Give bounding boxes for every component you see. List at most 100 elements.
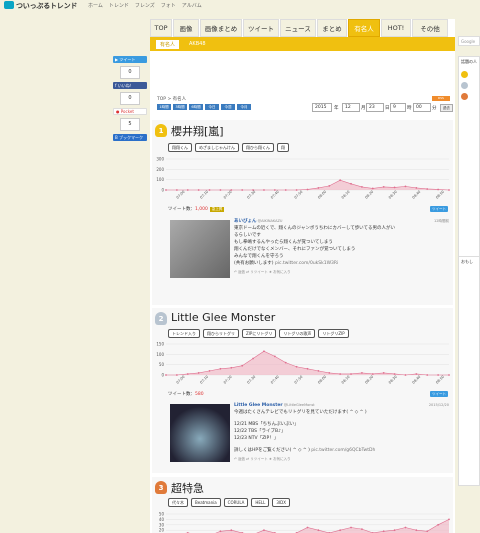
sidebar-box-2: おもし [458,256,480,486]
data-point [339,529,342,532]
tab-tweets[interactable]: ツイート [243,19,279,37]
subnav-akb48[interactable]: AKB48 [189,41,206,47]
nav-home[interactable]: ホーム [88,2,103,9]
breadcrumb-top[interactable]: TOP [157,97,166,102]
subnav-celebrities[interactable]: 有名人 [156,39,180,49]
y-tick-label: 40 [159,517,165,522]
ranking-name-1[interactable]: 櫻井翔[嵐] [171,123,224,139]
data-point [186,189,189,191]
search-input[interactable]: Google [458,36,480,46]
facebook-icon: f [115,83,117,88]
tab-images[interactable]: 画像 [173,19,199,37]
data-point [426,188,429,190]
data-point [295,365,298,368]
like-button[interactable]: f いいね！ [113,82,147,89]
year-select[interactable]: 2015 [312,103,332,112]
tag[interactable]: リトグリZIP [318,329,349,338]
data-point [263,529,265,532]
tag[interactable]: HELL [251,498,270,507]
tab-matome[interactable]: まとめ [317,19,347,37]
nav-album[interactable]: アルバム [182,2,202,9]
period-6h[interactable]: 6時間 [189,104,203,110]
site-logo[interactable]: ついっぷるトレンド [4,1,77,11]
tag[interactable]: めざましじゃんけん [195,143,239,152]
data-point [219,367,222,370]
tab-celebrities[interactable]: 有名人 [348,19,380,37]
data-point [339,373,342,375]
period-month[interactable]: 今月 [237,104,251,110]
pocket-button[interactable]: ● Pocket [113,108,147,115]
period-today[interactable]: 今日 [205,104,219,110]
sidebar-box-1: 話題の人 [458,56,480,266]
favorite-icon[interactable]: ★ [269,457,272,461]
retweet-icon[interactable]: ⇄ [246,270,249,274]
tab-top[interactable]: TOP [150,19,172,37]
tag[interactable]: リトグリの歌声 [279,329,316,338]
tag[interactable]: 翔翔くん [168,143,192,152]
tag[interactable]: CORULA [223,498,249,507]
tag[interactable]: Beatmania [191,498,221,507]
tweet-button-2[interactable]: ツイート [430,391,448,397]
data-point [306,526,309,529]
period-1h[interactable]: 1時間 [157,104,171,110]
tab-image-matome[interactable]: 画像まとめ [200,19,242,37]
nav-trend[interactable]: トレンド [109,2,129,9]
reply-icon[interactable]: ↶ [234,457,237,461]
tweet-button-1[interactable]: ツイート [430,206,448,212]
data-point [208,189,211,191]
data-point [382,186,385,188]
data-point [175,189,178,191]
avatar[interactable] [461,82,468,89]
nav-photo[interactable]: フォト [161,2,176,9]
history-button[interactable]: 過去 [440,104,453,112]
tag[interactable]: 翔ひらリトグリ [203,329,239,338]
tweet-photo-1[interactable] [170,220,230,278]
tab-news[interactable]: ニュース [280,19,316,37]
ranking-name-3[interactable]: 超特急 [171,480,204,496]
reply-icon[interactable]: ↶ [234,270,237,274]
favorite-icon[interactable]: ★ [269,270,272,274]
tab-bar: TOP 画像 画像まとめ ツイート ニュース まとめ 有名人 HOT! その他 [150,19,455,37]
nav-friends[interactable]: フレンズ [135,2,155,9]
x-tick-label: 07:10 [199,190,209,200]
tag[interactable]: ZIPにリトグリ [242,329,277,338]
data-point [361,372,363,374]
tag[interactable]: 翔 [277,143,289,152]
data-point [241,364,244,367]
day-select[interactable]: 23 [366,103,384,112]
period-3h[interactable]: 3時間 [173,104,187,110]
ranking-name-2[interactable]: Little Glee Monster [171,311,275,324]
tag[interactable]: 3IDX [272,498,290,507]
ranking-item-1: 1 櫻井翔[嵐] 翔翔くん めざましじゃんけん 翔ひら翔くん 翔 0 100 200… [152,120,453,305]
data-point [263,350,265,353]
data-point [197,372,200,374]
top-nav: ホーム トレンド フレンズ フォト アルバム [88,2,202,9]
tweet-photo-2[interactable] [170,404,230,462]
tweet-share-button[interactable]: ▶ ツイート [113,56,147,63]
minute-select[interactable]: 00 [413,103,431,112]
avatar[interactable] [461,93,468,100]
data-point [393,186,396,189]
month-select[interactable]: 12 [342,103,360,112]
trend-chart-2: 0 50 100 150 07:00 07:10 07:20 07:30 07:40 07:50 0… [156,342,450,385]
tweet-link-1[interactable]: pic.twitter.com/0ukSk1W3Ri [275,261,338,266]
avatar[interactable] [461,71,468,78]
tag[interactable]: 代々木 [168,498,188,507]
tweet-link-2[interactable]: pic.twitter.com/g6QCbTwtDh [311,448,375,453]
x-tick-label: 07:10 [199,375,209,385]
data-point [361,528,363,531]
tweet-2: Little Glee Monster @LittleGleeMonst 2015… [234,402,449,463]
data-point [284,361,287,364]
tag[interactable]: 翔ひら翔くん [242,143,274,152]
bookmark-button[interactable]: B ブックマーク [113,134,147,141]
rss-badge[interactable]: RSS [432,96,450,101]
y-tick-label: 0 [161,188,164,193]
period-week[interactable]: 今週 [221,104,235,110]
retweet-icon[interactable]: ⇄ [246,457,249,461]
tweet-1: あいびょん @AIKINAKAZU 12時間前 東京ドームの近くで、翔くんのジャン… [234,218,449,276]
tab-hot[interactable]: HOT! [381,19,411,37]
hour-select[interactable]: 9 [390,103,406,112]
tag[interactable]: トレンド入り [168,329,200,338]
tab-other[interactable]: その他 [412,19,448,37]
rank-badge-3: 3 [155,481,167,494]
